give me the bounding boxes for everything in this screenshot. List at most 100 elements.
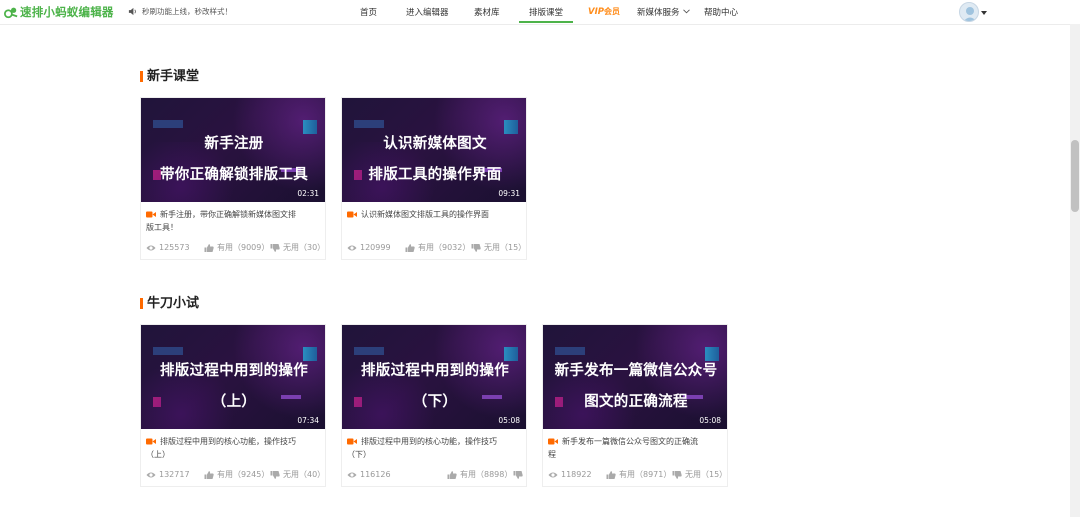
eye-icon — [548, 472, 558, 477]
nav-vip-member-label: 会员 — [603, 7, 620, 16]
eye-icon — [347, 245, 357, 250]
thumbs-down-icon — [672, 470, 682, 479]
video-thumbnail[interactable]: 排版过程中用到的操作 （下） 05:08 — [342, 325, 526, 429]
view-count: 120999 — [347, 243, 405, 252]
useful-count: 有用（9009） — [217, 243, 270, 252]
top-header: 速排小蚂蚁编辑器 秒刷功能上线，秒改样式！ 首页 进入编辑器 素材库 排版课堂 … — [0, 0, 1080, 25]
course-title-line-1: 认识新媒体图文排版工具的操作界面 — [361, 210, 489, 219]
video-thumbnail[interactable]: 认识新媒体图文 排版工具的操作界面 09:31 — [342, 98, 526, 202]
nav-home[interactable]: 首页 — [360, 6, 377, 18]
view-count-value: 132717 — [159, 470, 190, 479]
avatar[interactable] — [959, 2, 979, 22]
thumbnail-line-1: 新手发布一篇微信公众号 — [554, 363, 718, 379]
nav-material-library[interactable]: 素材库 — [474, 6, 500, 18]
course-stats: 120999 有用（9032） 无用（15） — [347, 242, 526, 253]
thumbs-down-icon — [513, 470, 523, 479]
course-title-line-2: （上） — [146, 450, 170, 459]
thumbnail-line-1: 新手注册 — [204, 136, 264, 152]
scrollbar-thumb[interactable] — [1071, 140, 1079, 212]
video-duration: 09:31 — [498, 189, 520, 198]
thumbnail-line-2: 排版工具的操作界面 — [368, 167, 502, 183]
eye-icon — [347, 472, 357, 477]
video-thumbnail[interactable]: 新手发布一篇微信公众号 图文的正确流程 05:08 — [543, 325, 727, 429]
course-card[interactable]: 认识新媒体图文 排版工具的操作界面 09:31 认识新媒体图文排版工具的操作界面… — [341, 97, 527, 260]
video-thumbnail[interactable]: 排版过程中用到的操作 （上） 07:34 — [141, 325, 325, 429]
announcement-text: 秒刷功能上线，秒改样式！ — [142, 7, 232, 16]
course-card[interactable]: 排版过程中用到的操作 （上） 07:34 排版过程中用到的核心功能，操作技巧 （… — [140, 324, 326, 487]
thumbnail-line-2: 带你正确解锁排版工具 — [160, 167, 308, 183]
course-card[interactable]: 排版过程中用到的操作 （下） 05:08 排版过程中用到的核心功能，操作技巧 （… — [341, 324, 527, 487]
video-thumbnail[interactable]: 新手注册 带你正确解锁排版工具 02:31 — [141, 98, 325, 202]
course-title[interactable]: 排版过程中用到的核心功能，操作技巧 （上） — [146, 435, 322, 461]
nav-new-media-services-label: 新媒体服务 — [637, 8, 680, 18]
course-title[interactable]: 新手发布一篇微信公众号图文的正确流 程 — [548, 435, 724, 461]
course-title-line-1: 新手发布一篇微信公众号图文的正确流 — [562, 437, 698, 446]
video-camera-icon — [146, 438, 156, 445]
useless-button[interactable]: 无用（15） — [471, 242, 526, 253]
useful-count: 有用（9032） — [418, 243, 471, 252]
course-card[interactable]: 新手注册 带你正确解锁排版工具 02:31 新手注册，带你正确解锁新媒体图文排 … — [140, 97, 326, 260]
logo[interactable]: 速排小蚂蚁编辑器 — [4, 4, 114, 20]
useful-button[interactable]: 有用（9245） — [204, 469, 270, 480]
useful-count: 有用（8898） — [460, 470, 513, 479]
view-count-value: 116126 — [360, 470, 391, 479]
nav-vip[interactable]: VIP会员 — [588, 6, 620, 17]
video-duration: 05:08 — [498, 416, 520, 425]
course-title-line-1: 排版过程中用到的核心功能，操作技巧 — [361, 437, 497, 446]
course-stats: 118922 有用（8971） 无用（15） — [548, 469, 727, 480]
avatar-dropdown-caret[interactable] — [981, 11, 987, 15]
thumbs-down-icon — [471, 243, 481, 252]
video-camera-icon — [146, 211, 156, 218]
chevron-down-icon — [683, 9, 691, 14]
nav-vip-label: VIP — [588, 7, 604, 17]
thumbnail-line-2: 图文的正确流程 — [584, 394, 688, 410]
video-duration: 05:08 — [699, 416, 721, 425]
course-card[interactable]: 新手发布一篇微信公众号 图文的正确流程 05:08 新手发布一篇微信公众号图文的… — [542, 324, 728, 487]
useful-button[interactable]: 有用（8971） — [606, 469, 672, 480]
thumbnail-line-1: 认识新媒体图文 — [383, 136, 487, 152]
useful-count: 有用（9245） — [217, 470, 270, 479]
section-title-practice: 牛刀小试 — [140, 296, 199, 311]
thumbs-up-icon — [405, 243, 415, 252]
thumbs-down-icon — [270, 243, 280, 252]
useless-button[interactable]: 无用（40） — [270, 469, 325, 480]
view-count: 132717 — [146, 470, 204, 479]
thumbs-up-icon — [606, 470, 616, 479]
useless-count: 无用（40） — [283, 470, 326, 479]
video-camera-icon — [548, 438, 558, 445]
course-title[interactable]: 认识新媒体图文排版工具的操作界面 — [347, 208, 523, 221]
course-title-line-1: 新手注册，带你正确解锁新媒体图文排 — [160, 210, 296, 219]
course-title[interactable]: 排版过程中用到的核心功能，操作技巧 （下） — [347, 435, 523, 461]
course-title[interactable]: 新手注册，带你正确解锁新媒体图文排 版工具！ — [146, 208, 322, 234]
useless-button[interactable] — [513, 470, 526, 479]
nav-help-center[interactable]: 帮助中心 — [704, 6, 738, 18]
nav-typesetting-class[interactable]: 排版课堂 — [519, 6, 573, 23]
eye-icon — [146, 472, 156, 477]
announcement: 秒刷功能上线，秒改样式！ — [128, 6, 232, 17]
useful-count: 有用（8971） — [619, 470, 672, 479]
thumbs-up-icon — [447, 470, 457, 479]
avatar-icon — [963, 7, 977, 21]
course-title-line-2: （下） — [347, 450, 371, 459]
useful-button[interactable]: 有用（8898） — [447, 469, 513, 480]
view-count-value: 120999 — [360, 243, 391, 252]
thumbnail-line-1: 排版过程中用到的操作 — [361, 363, 509, 379]
scrollbar-track[interactable] — [1070, 24, 1080, 517]
useless-count: 无用（15） — [685, 470, 728, 479]
useful-button[interactable]: 有用（9009） — [204, 242, 270, 253]
useless-count: 无用（15） — [484, 243, 527, 252]
video-duration: 07:34 — [297, 416, 319, 425]
logo-icon — [4, 7, 18, 19]
useless-count: 无用（30） — [283, 243, 326, 252]
thumbnail-line-2: （下） — [412, 394, 458, 410]
view-count: 125573 — [146, 243, 204, 252]
useless-button[interactable]: 无用（30） — [270, 242, 325, 253]
useless-button[interactable]: 无用（15） — [672, 469, 727, 480]
video-camera-icon — [347, 211, 357, 218]
nav-new-media-services[interactable]: 新媒体服务 — [637, 6, 691, 18]
nav-editor[interactable]: 进入编辑器 — [406, 6, 449, 18]
speaker-icon — [128, 7, 136, 16]
useful-button[interactable]: 有用（9032） — [405, 242, 471, 253]
course-stats: 132717 有用（9245） 无用（40） — [146, 469, 325, 480]
section-title-beginner: 新手课堂 — [140, 69, 199, 84]
